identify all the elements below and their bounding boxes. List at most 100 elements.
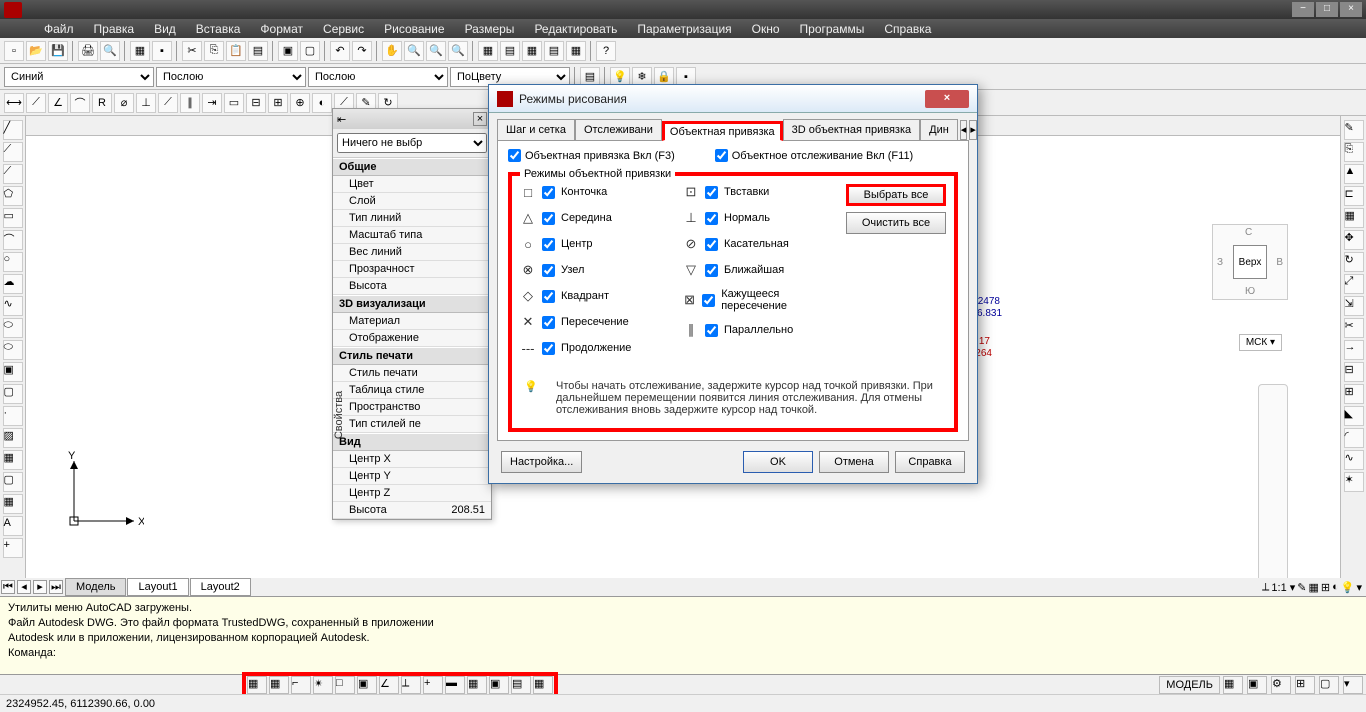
qp-toggle[interactable]: ▣ [489, 676, 509, 694]
menu-format[interactable]: Формат [250, 20, 313, 38]
prop-transparency[interactable]: Прозрачност [333, 261, 491, 278]
snap-item[interactable]: ○Центр [520, 236, 663, 252]
prop-plotspace[interactable]: Пространство [333, 399, 491, 416]
prop-color[interactable]: Цвет [333, 176, 491, 193]
snap-checkbox[interactable] [542, 238, 555, 251]
dim-diam-icon[interactable]: ⌀ [114, 93, 134, 113]
xline-icon[interactable]: ⟋ [3, 142, 23, 162]
menu-modify[interactable]: Редактировать [524, 20, 627, 38]
otrack-on-checkbox[interactable]: Объектное отслеживание Вкл (F11) [715, 149, 913, 162]
group-view[interactable]: Вид [333, 433, 491, 451]
spline-icon[interactable]: ∿ [3, 296, 23, 316]
prop-centerx[interactable]: Центр X [333, 451, 491, 468]
blend-icon[interactable]: ∿ [1344, 450, 1364, 470]
otrack-toggle[interactable]: ∠ [379, 676, 399, 694]
ortho-toggle[interactable]: ⌐ [291, 676, 311, 694]
snap-checkbox[interactable] [705, 324, 718, 337]
wcs-dropdown[interactable]: МСК ▾ [1239, 334, 1282, 351]
prop-layer[interactable]: Слой [333, 193, 491, 210]
prop-material[interactable]: Материал [333, 313, 491, 330]
mtext-icon[interactable]: A [3, 516, 23, 536]
gradient-icon[interactable]: ▦ [3, 450, 23, 470]
osnap-toggle[interactable]: □ [335, 676, 355, 694]
ok-button[interactable]: OK [743, 451, 813, 473]
snap-item[interactable]: ◇Квадрант [520, 288, 663, 304]
sb-icon[interactable]: ▾ [1343, 676, 1363, 694]
zoom-window-icon[interactable]: 🔍 [426, 41, 446, 61]
region-icon[interactable]: ▢ [3, 472, 23, 492]
center-mark-icon[interactable]: ⊕ [290, 93, 310, 113]
help-icon[interactable]: ? [596, 41, 616, 61]
snap-item[interactable]: ∥Параллельно [683, 322, 826, 338]
tab-osnap[interactable]: Объектная привязка [662, 121, 783, 141]
scale-icon[interactable]: ⤢ [1344, 274, 1364, 294]
cancel-button[interactable]: Отмена [819, 451, 889, 473]
tab-last-icon[interactable]: ⏭ [49, 580, 63, 594]
hatch-icon[interactable]: ▨ [3, 428, 23, 448]
minimize-button[interactable]: − [1292, 2, 1314, 17]
new-icon[interactable]: ▫ [4, 41, 24, 61]
sb-icon[interactable]: ▦ [1308, 581, 1318, 594]
toolpalette-icon[interactable]: ▦ [522, 41, 542, 61]
menu-file[interactable]: Файл [34, 20, 84, 38]
stretch-icon[interactable]: ⇲ [1344, 296, 1364, 316]
rotate-icon[interactable]: ↻ [1344, 252, 1364, 272]
menu-programs[interactable]: Программы [790, 20, 875, 38]
color-combo[interactable]: Синий [4, 67, 154, 87]
tab-dyn[interactable]: Дин [920, 119, 958, 140]
block-icon[interactable]: ▢ [300, 41, 320, 61]
table-icon[interactable]: ▦ [3, 494, 23, 514]
redo-icon[interactable]: ↷ [352, 41, 372, 61]
dialog-close-button[interactable]: × [925, 90, 969, 108]
snap-item[interactable]: ---Продолжение [520, 340, 663, 356]
group-plot[interactable]: Стиль печати [333, 347, 491, 365]
ellipse-arc-icon[interactable]: ⬭ [3, 340, 23, 360]
dim-angular-icon[interactable]: ∠ [48, 93, 68, 113]
snap-toggle[interactable]: ▦ [247, 676, 267, 694]
snap-checkbox[interactable] [702, 294, 715, 307]
dim-space-icon[interactable]: ▭ [224, 93, 244, 113]
print-icon[interactable]: 🖨 [78, 41, 98, 61]
dyn-toggle[interactable]: + [423, 676, 443, 694]
zoom-prev-icon[interactable]: 🔍 [448, 41, 468, 61]
cmd-prompt[interactable]: Команда: [8, 646, 1358, 661]
tab-polar[interactable]: Отслеживани [575, 119, 662, 140]
select-all-button[interactable]: Выбрать все [846, 184, 946, 206]
osnap-on-checkbox[interactable]: Объектная привязка Вкл (F3) [508, 149, 675, 162]
rectangle-icon[interactable]: ▭ [3, 208, 23, 228]
model-paper-toggle[interactable]: МОДЕЛЬ [1159, 676, 1220, 694]
menu-parametric[interactable]: Параметризация [627, 20, 741, 38]
lwt-toggle[interactable]: ▬ [445, 676, 465, 694]
revcloud-icon[interactable]: ☁ [3, 274, 23, 294]
snap-checkbox[interactable] [542, 342, 555, 355]
open-icon[interactable]: 📂 [26, 41, 46, 61]
ducs-toggle[interactable]: ⟂ [401, 676, 421, 694]
save-icon[interactable]: 💾 [48, 41, 68, 61]
sc-toggle[interactable]: ▤ [511, 676, 531, 694]
group-general[interactable]: Общие [333, 158, 491, 176]
sb-bulb-icon[interactable]: 💡 [1341, 581, 1355, 594]
prop-plottype[interactable]: Тип стилей пе [333, 416, 491, 433]
prop-display[interactable]: Отображение [333, 330, 491, 347]
sb-icon[interactable]: ▣ [1247, 676, 1267, 694]
ellipse-icon[interactable]: ⬭ [3, 318, 23, 338]
prop-plotstyle[interactable]: Стиль печати [333, 365, 491, 382]
dim-radius-icon[interactable]: R [92, 93, 112, 113]
panel-header[interactable]: ⇤ × [333, 109, 491, 129]
explode-icon[interactable]: ✶ [1344, 472, 1364, 492]
sheet-layout1[interactable]: Layout1 [127, 578, 188, 596]
sb-ucs-icon[interactable]: ⟂ [1262, 581, 1269, 594]
quickcalc-icon[interactable]: ▦ [566, 41, 586, 61]
dim-arc-icon[interactable]: ⌒ [70, 93, 90, 113]
circle-icon[interactable]: ○ [3, 252, 23, 272]
lineweight-combo[interactable]: Послою [308, 67, 448, 87]
break-icon[interactable]: ⊟ [1344, 362, 1364, 382]
match-icon[interactable]: ▤ [248, 41, 268, 61]
tpy-toggle[interactable]: ▦ [467, 676, 487, 694]
group-3dviz[interactable]: 3D визуализаци [333, 295, 491, 313]
prop-linetype[interactable]: Тип линий [333, 210, 491, 227]
extend-icon[interactable]: → [1344, 340, 1364, 360]
undo-icon[interactable]: ↶ [330, 41, 350, 61]
sb-icon[interactable]: ▦ [1223, 676, 1243, 694]
command-window[interactable]: Утилиты меню AutoCAD загружены. Файл Aut… [0, 596, 1366, 674]
